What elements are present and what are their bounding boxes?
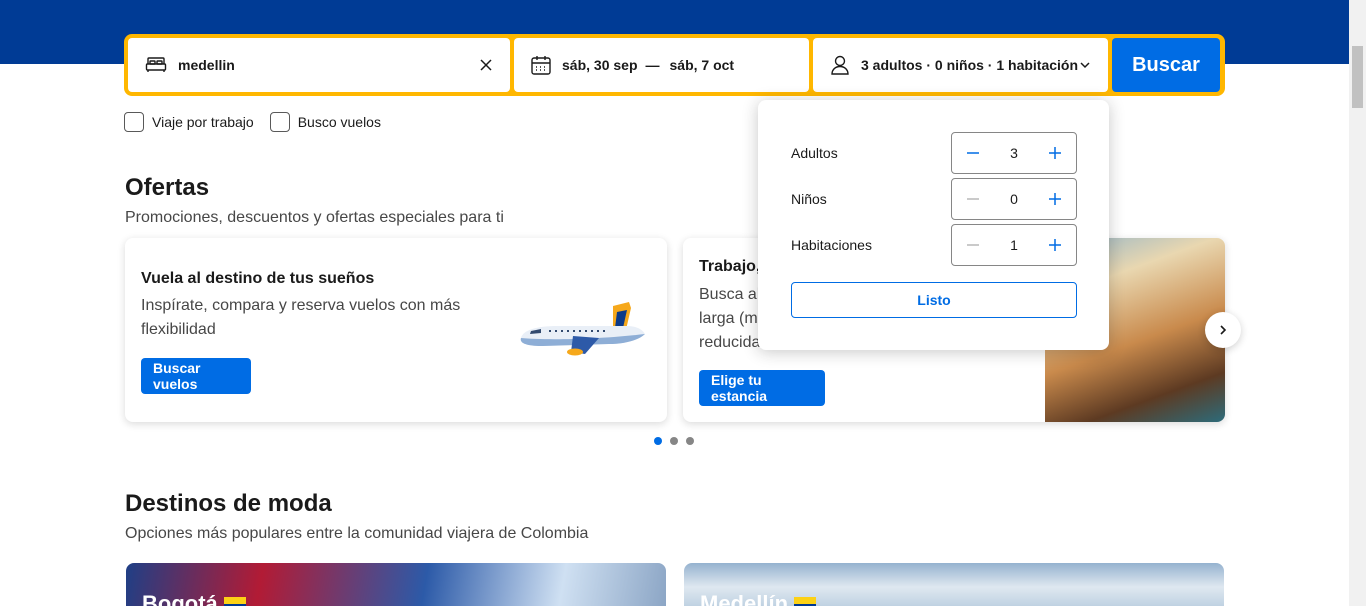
destination-card-bogota[interactable]: Bogotá (126, 563, 666, 606)
destination-name-text: Medellín (700, 591, 789, 606)
carousel-next-button[interactable] (1205, 312, 1241, 348)
offers-subtitle: Promociones, descuentos y ofertas especi… (125, 209, 504, 226)
carousel-dot[interactable] (670, 437, 678, 445)
carousel-dot[interactable] (686, 437, 694, 445)
destination-card-medellin[interactable]: Medellín (684, 563, 1224, 606)
adults-value: 3 (1010, 145, 1018, 161)
destination-name: Bogotá (142, 591, 246, 606)
chevron-right-icon (1220, 325, 1227, 335)
check-out-value[interactable]: sáb, 7 oct (670, 57, 735, 73)
offers-title: Ofertas (125, 174, 210, 201)
adults-label: Adultos (791, 145, 838, 161)
business-trip-label: Viaje por trabajo (152, 114, 254, 130)
page-scrollbar[interactable] (1349, 0, 1366, 606)
calendar-icon (531, 56, 551, 75)
children-row: Niños 0 (791, 178, 1077, 220)
occupancy-popup: Adultos 3 Niños 0 Habitaciones 1 Listo (758, 100, 1109, 350)
occupancy-value[interactable]: 3 adultos · 0 niños · 1 habitación (861, 57, 1078, 73)
plus-icon (1048, 147, 1061, 159)
search-bar: medellin sáb, 30 sep — sáb, 7 oct 3 adul… (124, 34, 1225, 96)
business-trip-checkbox[interactable]: Viaje por trabajo (124, 112, 254, 132)
done-button[interactable]: Listo (791, 282, 1077, 318)
offer-card-text-line1: Inspírate, compara y reserva vuelos con … (141, 297, 461, 314)
children-label: Niños (791, 191, 827, 207)
rooms-stepper: 1 (951, 224, 1077, 266)
increase-rooms-button[interactable] (1040, 230, 1070, 260)
scrollbar-thumb[interactable] (1352, 46, 1363, 108)
children-stepper: 0 (951, 178, 1077, 220)
destination-field[interactable]: medellin (128, 38, 510, 92)
adults-row: Adultos 3 (791, 132, 1077, 174)
date-separator: — (645, 57, 660, 73)
offer-card-text-line3: reducida, (699, 334, 765, 351)
dates-field[interactable]: sáb, 30 sep — sáb, 7 oct (514, 38, 809, 92)
plus-icon (1048, 193, 1061, 205)
carousel-dot[interactable] (654, 437, 662, 445)
rooms-row: Habitaciones 1 (791, 224, 1077, 266)
increase-adults-button[interactable] (1040, 138, 1070, 168)
colombia-flag-icon (223, 597, 246, 606)
choose-stay-button[interactable]: Elige tu estancia (699, 370, 825, 406)
destination-value[interactable]: medellin (178, 57, 478, 73)
decrease-children-button[interactable] (958, 184, 988, 214)
offer-card-text-line2: flexibilidad (141, 321, 216, 338)
trending-subtitle: Opciones más populares entre la comunida… (125, 525, 589, 542)
rooms-value: 1 (1010, 237, 1018, 253)
minus-icon (967, 198, 979, 200)
offer-card-title: Trabajo, (699, 258, 761, 275)
decrease-rooms-button[interactable] (958, 230, 988, 260)
rooms-label: Habitaciones (791, 237, 872, 253)
chevron-down-icon[interactable] (1078, 58, 1092, 72)
person-icon (831, 55, 849, 75)
increase-children-button[interactable] (1040, 184, 1070, 214)
bed-icon (145, 57, 167, 72)
decrease-adults-button[interactable] (958, 138, 988, 168)
search-filters: Viaje por trabajo Busco vuelos (124, 112, 381, 132)
offer-card-flights: Vuela al destino de tus sueños Inspírate… (125, 238, 667, 422)
checkbox-box[interactable] (269, 112, 290, 132)
children-value: 0 (1010, 191, 1018, 207)
minus-icon (967, 152, 979, 154)
destination-name: Medellín (700, 591, 817, 606)
search-button[interactable]: Buscar (1112, 38, 1220, 92)
offer-card-text-line2: larga (mu (699, 310, 767, 327)
adults-stepper: 3 (951, 132, 1077, 174)
flights-checkbox[interactable]: Busco vuelos (269, 112, 381, 132)
minus-icon (967, 244, 979, 246)
airplane-illustration (520, 302, 645, 356)
flights-label: Busco vuelos (297, 114, 381, 130)
trending-title: Destinos de moda (125, 490, 332, 517)
occupancy-field[interactable]: 3 adultos · 0 niños · 1 habitación (813, 38, 1108, 92)
colombia-flag-icon (794, 597, 817, 606)
checkbox-box[interactable] (124, 112, 144, 132)
offer-card-title: Vuela al destino de tus sueños (141, 270, 375, 287)
check-in-value[interactable]: sáb, 30 sep (562, 57, 638, 73)
search-flights-button[interactable]: Buscar vuelos (141, 358, 251, 394)
clear-icon[interactable] (478, 57, 494, 73)
plus-icon (1048, 239, 1061, 251)
destination-name-text: Bogotá (142, 591, 218, 606)
carousel-pagination (654, 437, 694, 445)
